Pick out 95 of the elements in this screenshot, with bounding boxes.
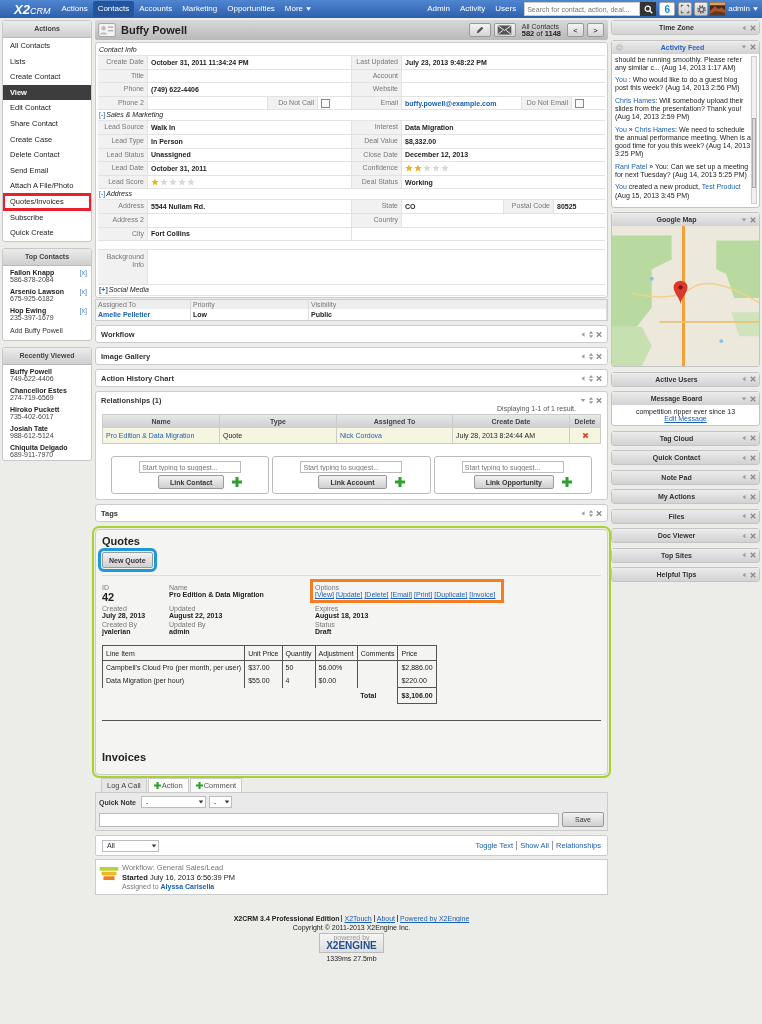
- plus-icon: [195, 782, 203, 790]
- section-heading: Invoices: [102, 751, 148, 764]
- caret-icon[interactable]: [741, 571, 747, 578]
- email-button[interactable]: [493, 23, 516, 37]
- caret-icon: [197, 799, 204, 806]
- close-icon[interactable]: [750, 474, 756, 481]
- search-button[interactable]: [640, 2, 657, 16]
- caret-icon[interactable]: [741, 216, 747, 223]
- close-icon[interactable]: [750, 532, 756, 539]
- caret-icon[interactable]: [741, 532, 747, 539]
- star-icon[interactable]: [432, 164, 440, 173]
- record-title: Buffy Powell: [121, 24, 187, 36]
- caret-icon[interactable]: [741, 454, 747, 461]
- caret-icon[interactable]: [580, 374, 586, 382]
- plus-icon[interactable]: [562, 477, 572, 488]
- plus-icon: [153, 782, 161, 790]
- caret-icon[interactable]: [580, 330, 586, 338]
- move-icon[interactable]: [588, 509, 594, 517]
- close-icon[interactable]: [750, 24, 756, 31]
- nav-tab[interactable]: Opportunities: [222, 1, 280, 17]
- logo[interactable]: X2CRM: [14, 1, 51, 17]
- nav-link[interactable]: Activity: [454, 1, 491, 17]
- close-icon[interactable]: [750, 435, 756, 442]
- close-icon[interactable]: [596, 352, 602, 360]
- close-icon[interactable]: [596, 330, 602, 338]
- star-icon[interactable]: [178, 178, 186, 187]
- contact-card-icon: [98, 23, 116, 37]
- caret-icon[interactable]: [741, 24, 747, 31]
- settings-icon[interactable]: [615, 42, 624, 52]
- nav-tab[interactable]: Marketing: [177, 1, 223, 17]
- note-field[interactable]: [99, 812, 560, 827]
- user-menu[interactable]: admin: [726, 1, 760, 17]
- caret-icon: [223, 799, 230, 806]
- nav-tab[interactable]: Actions: [56, 1, 93, 17]
- close-icon[interactable]: [750, 571, 756, 578]
- caret-icon: [151, 842, 157, 849]
- envelope-icon: [497, 25, 513, 35]
- nav-tab[interactable]: More: [279, 1, 317, 17]
- star-icon[interactable]: [151, 178, 159, 187]
- close-icon[interactable]: [750, 395, 756, 402]
- close-icon[interactable]: [596, 509, 602, 517]
- caret-icon[interactable]: [580, 352, 586, 360]
- caret-icon[interactable]: [741, 435, 747, 442]
- star-icon[interactable]: [160, 178, 168, 187]
- close-icon[interactable]: [750, 44, 756, 50]
- star-icon[interactable]: [405, 164, 413, 173]
- settings-button[interactable]: [694, 2, 709, 16]
- scrollbar[interactable]: [751, 55, 757, 204]
- close-icon[interactable]: [750, 454, 756, 461]
- caret-icon[interactable]: [741, 395, 747, 402]
- close-icon[interactable]: [750, 216, 756, 223]
- star-icon[interactable]: [169, 178, 177, 187]
- close-icon[interactable]: [750, 376, 756, 383]
- caret-icon[interactable]: [741, 493, 747, 500]
- star-icon[interactable]: [441, 164, 449, 173]
- expand-icon: [680, 4, 691, 14]
- plus-icon[interactable]: [394, 477, 405, 488]
- caret-icon[interactable]: [741, 376, 747, 383]
- close-icon[interactable]: [596, 396, 602, 404]
- pencil-icon: [474, 25, 485, 35]
- edit-button[interactable]: [468, 23, 491, 37]
- caret-icon[interactable]: [741, 44, 747, 50]
- nav-tab[interactable]: Accounts: [134, 1, 178, 17]
- close-icon[interactable]: [750, 493, 756, 500]
- checkbox[interactable]: [321, 98, 330, 108]
- star-icon[interactable]: [414, 164, 422, 173]
- caret-icon: [306, 7, 312, 11]
- funnel-icon: [99, 867, 119, 881]
- caret-icon[interactable]: [741, 474, 747, 481]
- caret-icon[interactable]: [580, 396, 586, 404]
- star-icon[interactable]: [187, 178, 195, 187]
- nav-link[interactable]: Admin: [422, 1, 455, 17]
- quote-id: 42: [102, 591, 115, 604]
- close-icon[interactable]: [596, 374, 602, 382]
- move-icon[interactable]: [588, 396, 594, 404]
- plus-icon[interactable]: [232, 477, 243, 488]
- move-icon[interactable]: [588, 330, 594, 338]
- checkbox[interactable]: [575, 98, 584, 108]
- settings-icon: [695, 3, 707, 15]
- notification-count[interactable]: 6: [659, 2, 676, 16]
- fullscreen-button[interactable]: [678, 2, 693, 16]
- caret-icon: [753, 7, 758, 11]
- star-icon[interactable]: [423, 164, 431, 173]
- close-icon[interactable]: [750, 552, 756, 559]
- nav-tab[interactable]: Contacts: [92, 1, 135, 17]
- caret-icon[interactable]: [580, 509, 586, 517]
- caret-icon[interactable]: [741, 513, 747, 520]
- nav-link[interactable]: Users: [490, 1, 522, 17]
- caret-icon[interactable]: [741, 552, 747, 559]
- section-heading: Quotes: [102, 535, 141, 548]
- move-icon[interactable]: [588, 374, 594, 382]
- search-icon: [643, 4, 653, 14]
- delete-icon[interactable]: [581, 432, 589, 440]
- move-icon[interactable]: [588, 352, 594, 360]
- close-icon[interactable]: [750, 513, 756, 520]
